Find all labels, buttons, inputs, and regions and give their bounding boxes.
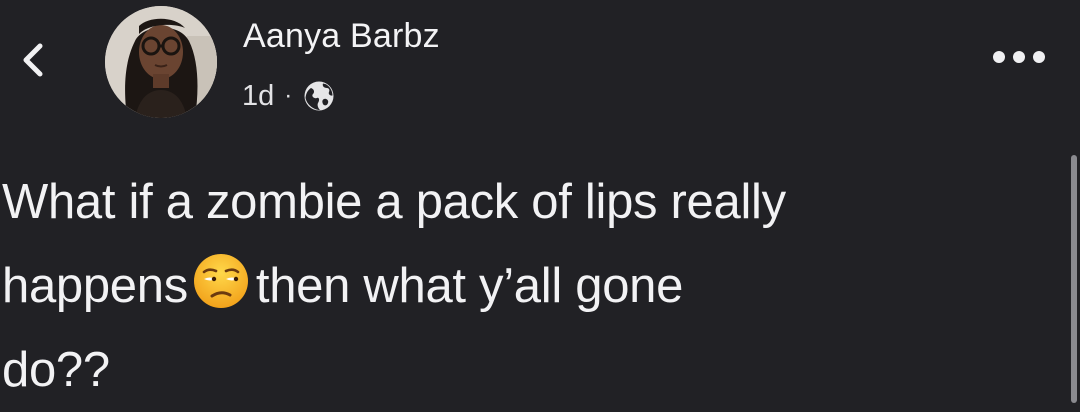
- timestamp[interactable]: 1d: [242, 80, 274, 113]
- scrollbar[interactable]: [1071, 155, 1077, 403]
- chevron-left-icon: [23, 43, 43, 77]
- back-button[interactable]: [14, 40, 54, 80]
- author-name[interactable]: Aanya Barbz: [243, 17, 440, 56]
- post-line-1: What if a zombie a pack of lips really: [2, 175, 786, 229]
- ellipsis-horizontal-icon: [993, 51, 1045, 63]
- post-line-2-end: then what y’all gone: [255, 259, 684, 313]
- post-line-3: do??: [2, 343, 110, 397]
- avatar[interactable]: [105, 6, 217, 118]
- post-meta: 1d ·: [242, 76, 336, 116]
- meta-separator: ·: [284, 82, 293, 109]
- post-body: What if a zombie a pack of lips really h…: [2, 160, 1052, 412]
- unamused-face-emoji-icon: [192, 252, 250, 310]
- globe-icon[interactable]: [302, 79, 336, 113]
- profile-photo: [105, 6, 217, 118]
- more-options-button[interactable]: [988, 44, 1050, 70]
- post-line-2-start: happens: [2, 259, 188, 313]
- post-line-2: happens then what y’all gone: [2, 244, 1052, 328]
